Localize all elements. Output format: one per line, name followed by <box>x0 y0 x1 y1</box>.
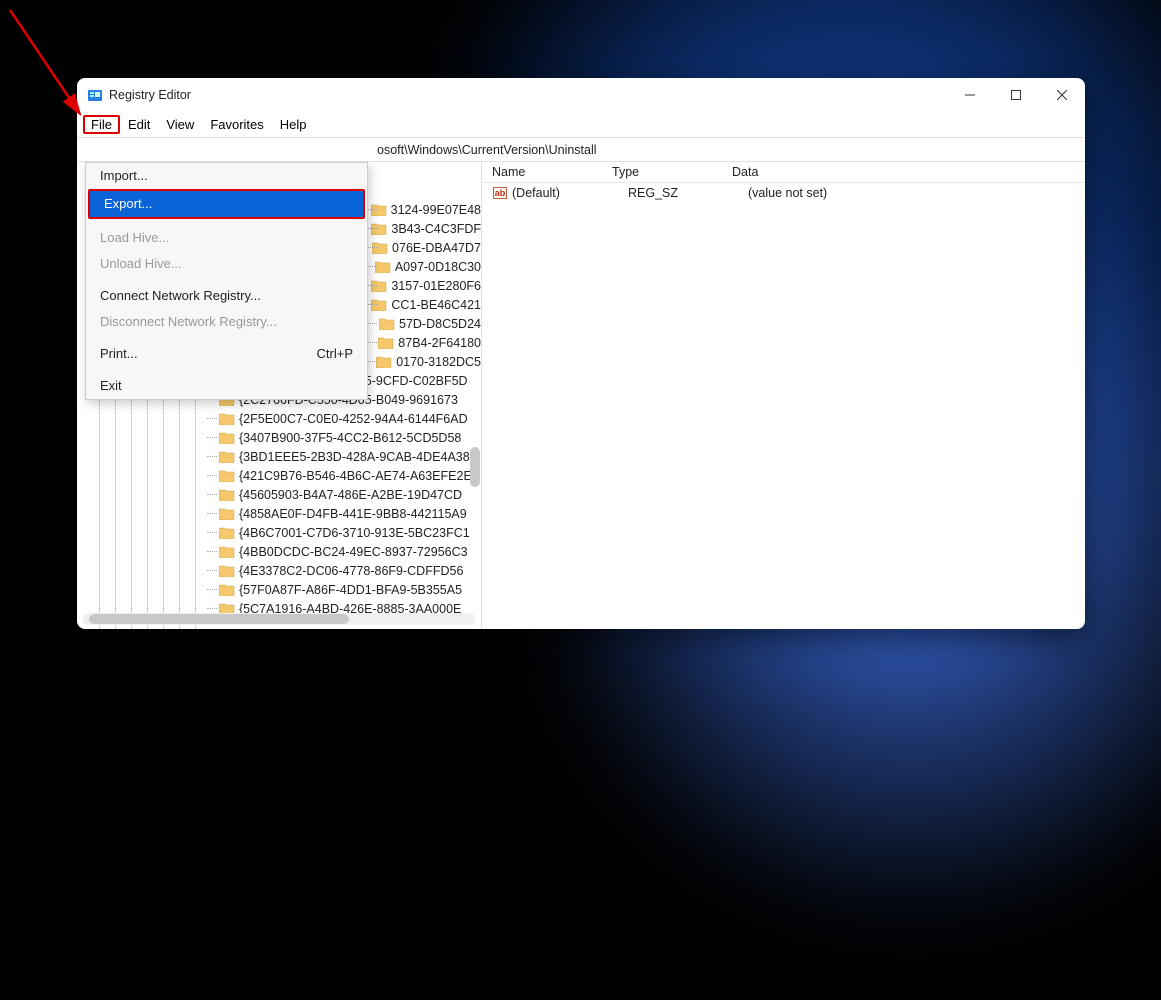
tree-node-label: {3BD1EEE5-2B3D-428A-9CAB-4DE4A38 <box>239 450 470 464</box>
folder-icon <box>219 412 235 425</box>
tree-node[interactable]: {3407B900-37F5-4CC2-B612-5CD5D58 <box>207 428 481 447</box>
close-button[interactable] <box>1039 78 1085 112</box>
folder-icon <box>219 583 235 596</box>
listview-row[interactable]: ab (Default) REG_SZ (value not set) <box>482 183 1085 203</box>
tree-vertical-scrollbar-thumb[interactable] <box>470 447 480 487</box>
menu-disconnect-network-registry: Disconnect Network Registry... <box>86 309 367 335</box>
file-menu-dropdown: Import... Export... Load Hive... Unload … <box>85 162 368 400</box>
address-path: osoft\Windows\CurrentVersion\Uninstall <box>377 143 597 157</box>
tree-node-label: {45605903-B4A7-486E-A2BE-19D47CD <box>239 488 462 502</box>
tree-node-label: 3B43-C4C3FDF <box>391 222 481 236</box>
menu-load-hive: Load Hive... <box>86 225 367 251</box>
tree-node-label: 0170-3182DC5 <box>396 355 481 369</box>
string-value-icon: ab <box>492 185 508 201</box>
folder-icon <box>219 450 235 463</box>
value-data: (value not set) <box>748 186 1085 200</box>
menu-view[interactable]: View <box>158 115 202 134</box>
tree-horizontal-scrollbar-thumb[interactable] <box>89 614 349 624</box>
tree-node[interactable]: {4B6C7001-C7D6-3710-913E-5BC23FC1 <box>207 523 481 542</box>
value-name: (Default) <box>512 186 628 200</box>
folder-icon <box>379 317 395 330</box>
menu-print[interactable]: Print...Ctrl+P <box>86 341 367 367</box>
tree-node[interactable]: {4E3378C2-DC06-4778-86F9-CDFFD56 <box>207 561 481 580</box>
maximize-button[interactable] <box>993 78 1039 112</box>
tree-node-label: {4BB0DCDC-BC24-49EC-8937-72956C3 <box>239 545 468 559</box>
folder-icon <box>378 336 394 349</box>
registry-editor-window: Registry Editor File Edit View Favorites… <box>77 78 1085 629</box>
folder-icon <box>375 260 391 273</box>
titlebar: Registry Editor <box>77 78 1085 112</box>
folder-icon <box>219 564 235 577</box>
menu-connect-network-registry[interactable]: Connect Network Registry... <box>86 283 367 309</box>
menu-help[interactable]: Help <box>272 115 315 134</box>
regedit-icon <box>87 87 103 103</box>
tree-node-label: {421C9B76-B546-4B6C-AE74-A63EFE2E <box>239 469 472 483</box>
col-header-data[interactable]: Data <box>732 165 1085 179</box>
folder-icon <box>219 507 235 520</box>
menu-edit[interactable]: Edit <box>120 115 158 134</box>
tree-node[interactable]: {421C9B76-B546-4B6C-AE74-A63EFE2E <box>207 466 481 485</box>
folder-icon <box>376 355 392 368</box>
tree-node-label: 87B4-2F64180 <box>398 336 481 350</box>
menu-import[interactable]: Import... <box>86 163 367 189</box>
menu-exit[interactable]: Exit <box>86 373 367 399</box>
menu-favorites[interactable]: Favorites <box>202 115 271 134</box>
menu-export[interactable]: Export... <box>88 189 365 219</box>
tree-node-label: {2F5E00C7-C0E0-4252-94A4-6144F6AD <box>239 412 468 426</box>
tree-node[interactable]: {2F5E00C7-C0E0-4252-94A4-6144F6AD <box>207 409 481 428</box>
tree-node-label: CC1-BE46C421 <box>391 298 481 312</box>
tree-node[interactable]: {45605903-B4A7-486E-A2BE-19D47CD <box>207 485 481 504</box>
minimize-button[interactable] <box>947 78 993 112</box>
folder-icon <box>219 488 235 501</box>
tree-node-label: {4B6C7001-C7D6-3710-913E-5BC23FC1 <box>239 526 470 540</box>
value-type: REG_SZ <box>628 186 748 200</box>
menu-unload-hive: Unload Hive... <box>86 251 367 277</box>
folder-icon <box>219 545 235 558</box>
print-shortcut: Ctrl+P <box>317 345 353 363</box>
menu-file[interactable]: File <box>83 115 120 134</box>
tree-node[interactable]: {3BD1EEE5-2B3D-428A-9CAB-4DE4A38 <box>207 447 481 466</box>
registry-values-pane[interactable]: Name Type Data ab (Default) REG_SZ (valu… <box>482 162 1085 629</box>
folder-icon <box>219 526 235 539</box>
folder-icon <box>219 431 235 444</box>
listview-header: Name Type Data <box>482 162 1085 183</box>
tree-node-label: 3157-01E280F6 <box>391 279 481 293</box>
col-header-type[interactable]: Type <box>612 165 732 179</box>
tree-node[interactable]: {4858AE0F-D4FB-441E-9BB8-442115A9 <box>207 504 481 523</box>
tree-node-label: {57F0A87F-A86F-4DD1-BFA9-5B355A5 <box>239 583 462 597</box>
tree-node-label: 57D-D8C5D24 <box>399 317 481 331</box>
tree-node[interactable]: {4BB0DCDC-BC24-49EC-8937-72956C3 <box>207 542 481 561</box>
address-bar[interactable]: osoft\Windows\CurrentVersion\Uninstall <box>77 138 1085 162</box>
tree-node-label: A097-0D18C30 <box>395 260 481 274</box>
window-title: Registry Editor <box>109 88 191 102</box>
tree-horizontal-scrollbar[interactable] <box>83 613 475 625</box>
tree-node-label: {4858AE0F-D4FB-441E-9BB8-442115A9 <box>239 507 467 521</box>
tree-node-label: {3407B900-37F5-4CC2-B612-5CD5D58 <box>239 431 461 445</box>
tree-node-label: 3124-99E07E48 <box>391 203 481 217</box>
folder-icon <box>219 469 235 482</box>
menubar: File Edit View Favorites Help <box>77 112 1085 138</box>
tree-node-label: {4E3378C2-DC06-4778-86F9-CDFFD56 <box>239 564 463 578</box>
tree-node-label: 076E-DBA47D7 <box>392 241 481 255</box>
tree-node[interactable]: {57F0A87F-A86F-4DD1-BFA9-5B355A5 <box>207 580 481 599</box>
col-header-name[interactable]: Name <box>492 165 612 179</box>
